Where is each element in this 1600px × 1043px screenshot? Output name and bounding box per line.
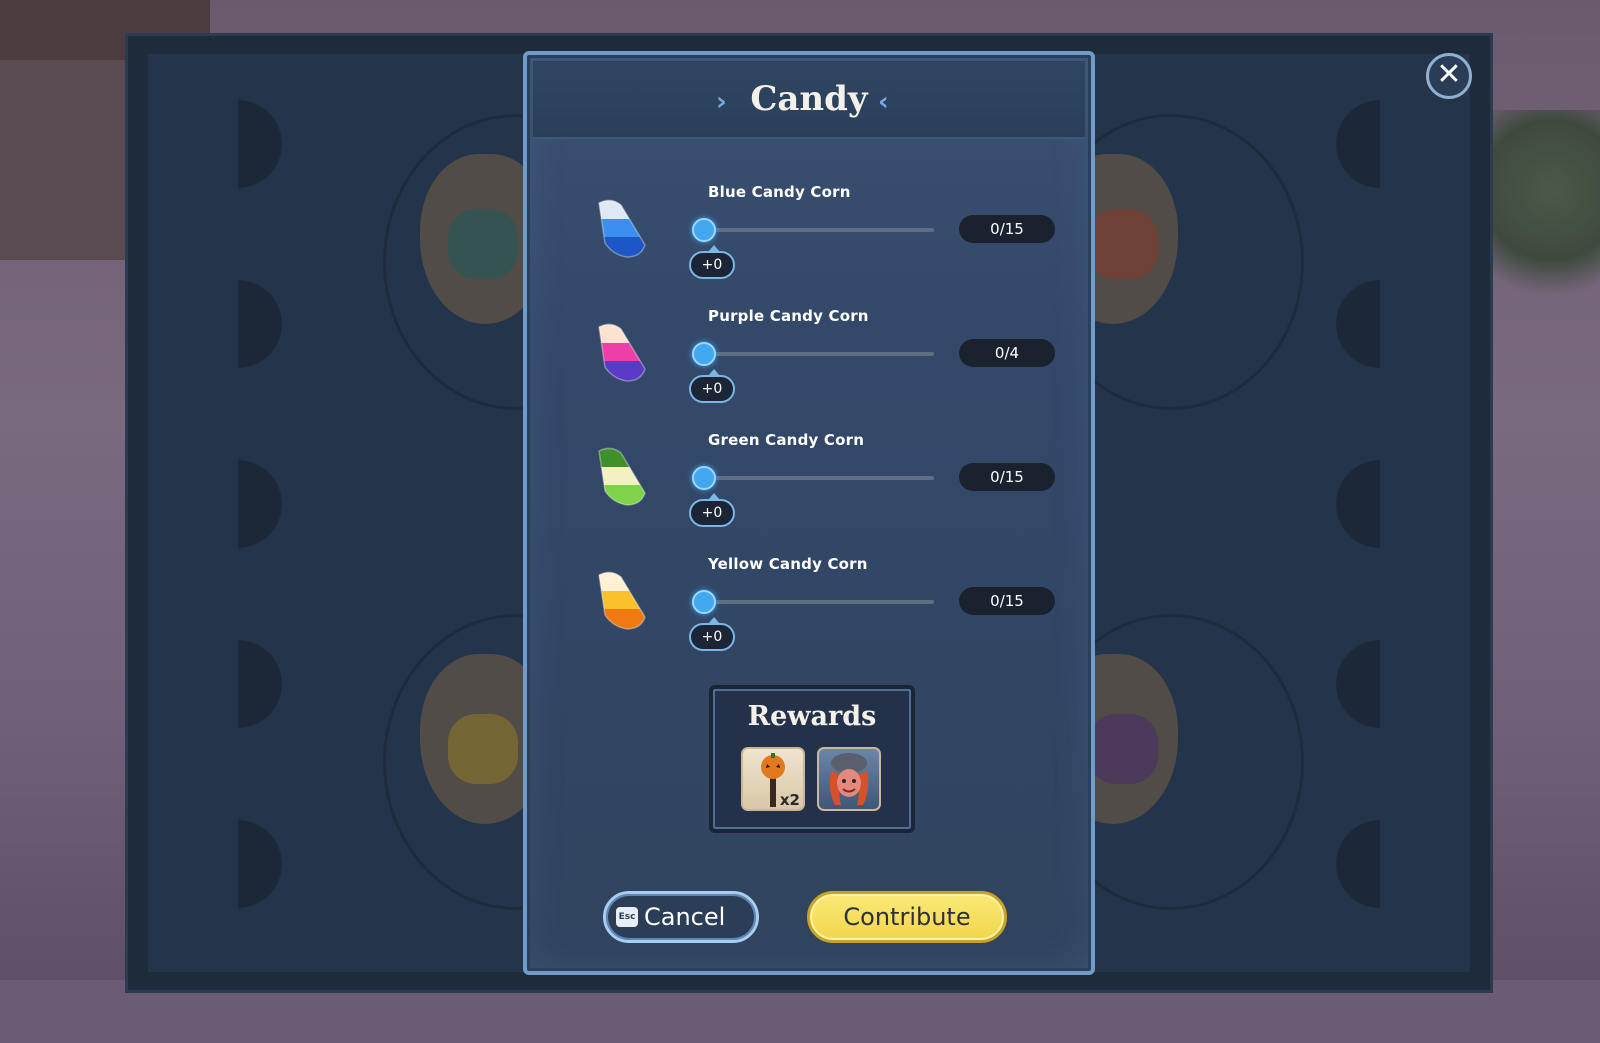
contribute-button-label: Contribute <box>843 903 971 931</box>
candy-corn-icon <box>598 447 646 506</box>
bag-bow-yellow <box>448 714 518 784</box>
contribute-button[interactable]: Contribute <box>807 891 1007 943</box>
candy-count: 0/4 <box>959 339 1055 367</box>
candy-count: 0/15 <box>959 587 1055 615</box>
esc-key-icon: Esc <box>616 907 638 927</box>
amount-slider-handle[interactable] <box>692 342 716 366</box>
candy-row: Yellow Candy Corn +0 0/15 <box>527 555 1091 665</box>
amount-delta-badge: +0 <box>689 493 735 527</box>
dialog-title: Candy <box>750 79 868 119</box>
candy-count: 0/15 <box>959 215 1055 243</box>
candy-dialog: › Candy ‹ Blue Candy Corn +0 0/15 Purple Ca… <box>523 51 1095 975</box>
amount-delta-badge: +0 <box>689 245 735 279</box>
amount-slider-handle[interactable] <box>692 466 716 490</box>
cancel-button-label: Cancel <box>644 903 726 931</box>
right-scallop-decoration <box>1310 54 1380 972</box>
bag-bow-teal <box>448 209 518 279</box>
cancel-button[interactable]: Esc Cancel <box>603 891 759 943</box>
rewards-box: Rewards x2 <box>709 685 915 833</box>
candy-name: Yellow Candy Corn <box>708 555 868 573</box>
amount-slider-handle[interactable] <box>692 218 716 242</box>
background-tree <box>1480 110 1600 310</box>
amount-delta-badge: +0 <box>689 617 735 651</box>
reward-item-pumpkin-staff[interactable]: x2 <box>741 747 805 811</box>
candy-count: 0/15 <box>959 463 1055 491</box>
bag-bow-purple <box>1088 714 1158 784</box>
close-icon: ✕ <box>1436 57 1462 92</box>
left-scallop-decoration <box>238 54 308 972</box>
candy-row: Green Candy Corn +0 0/15 <box>527 431 1091 541</box>
bag-bow-red <box>1088 209 1158 279</box>
candy-name: Green Candy Corn <box>708 431 865 449</box>
amount-slider-track[interactable] <box>702 228 934 232</box>
candy-row: Blue Candy Corn +0 0/15 <box>527 183 1091 293</box>
candy-name: Blue Candy Corn <box>708 183 851 201</box>
reward-item-character-portrait[interactable] <box>817 747 881 811</box>
amount-delta-badge: +0 <box>689 369 735 403</box>
character-portrait-icon <box>829 753 869 805</box>
amount-slider-track[interactable] <box>702 600 934 604</box>
candy-corn-icon <box>598 199 646 258</box>
reward-quantity: x2 <box>779 791 800 809</box>
candy-name: Purple Candy Corn <box>708 307 869 325</box>
rewards-title: Rewards <box>747 701 877 732</box>
amount-slider-track[interactable] <box>702 476 934 480</box>
dialog-header: › Candy ‹ <box>533 61 1085 139</box>
candy-row: Purple Candy Corn +0 0/4 <box>527 307 1091 417</box>
candy-corn-icon <box>598 323 646 382</box>
amount-slider-track[interactable] <box>702 352 934 356</box>
title-right-ornament-icon: ‹ <box>878 87 889 117</box>
close-button[interactable]: ✕ <box>1426 53 1472 99</box>
amount-slider-handle[interactable] <box>692 590 716 614</box>
candy-corn-icon <box>598 571 646 630</box>
